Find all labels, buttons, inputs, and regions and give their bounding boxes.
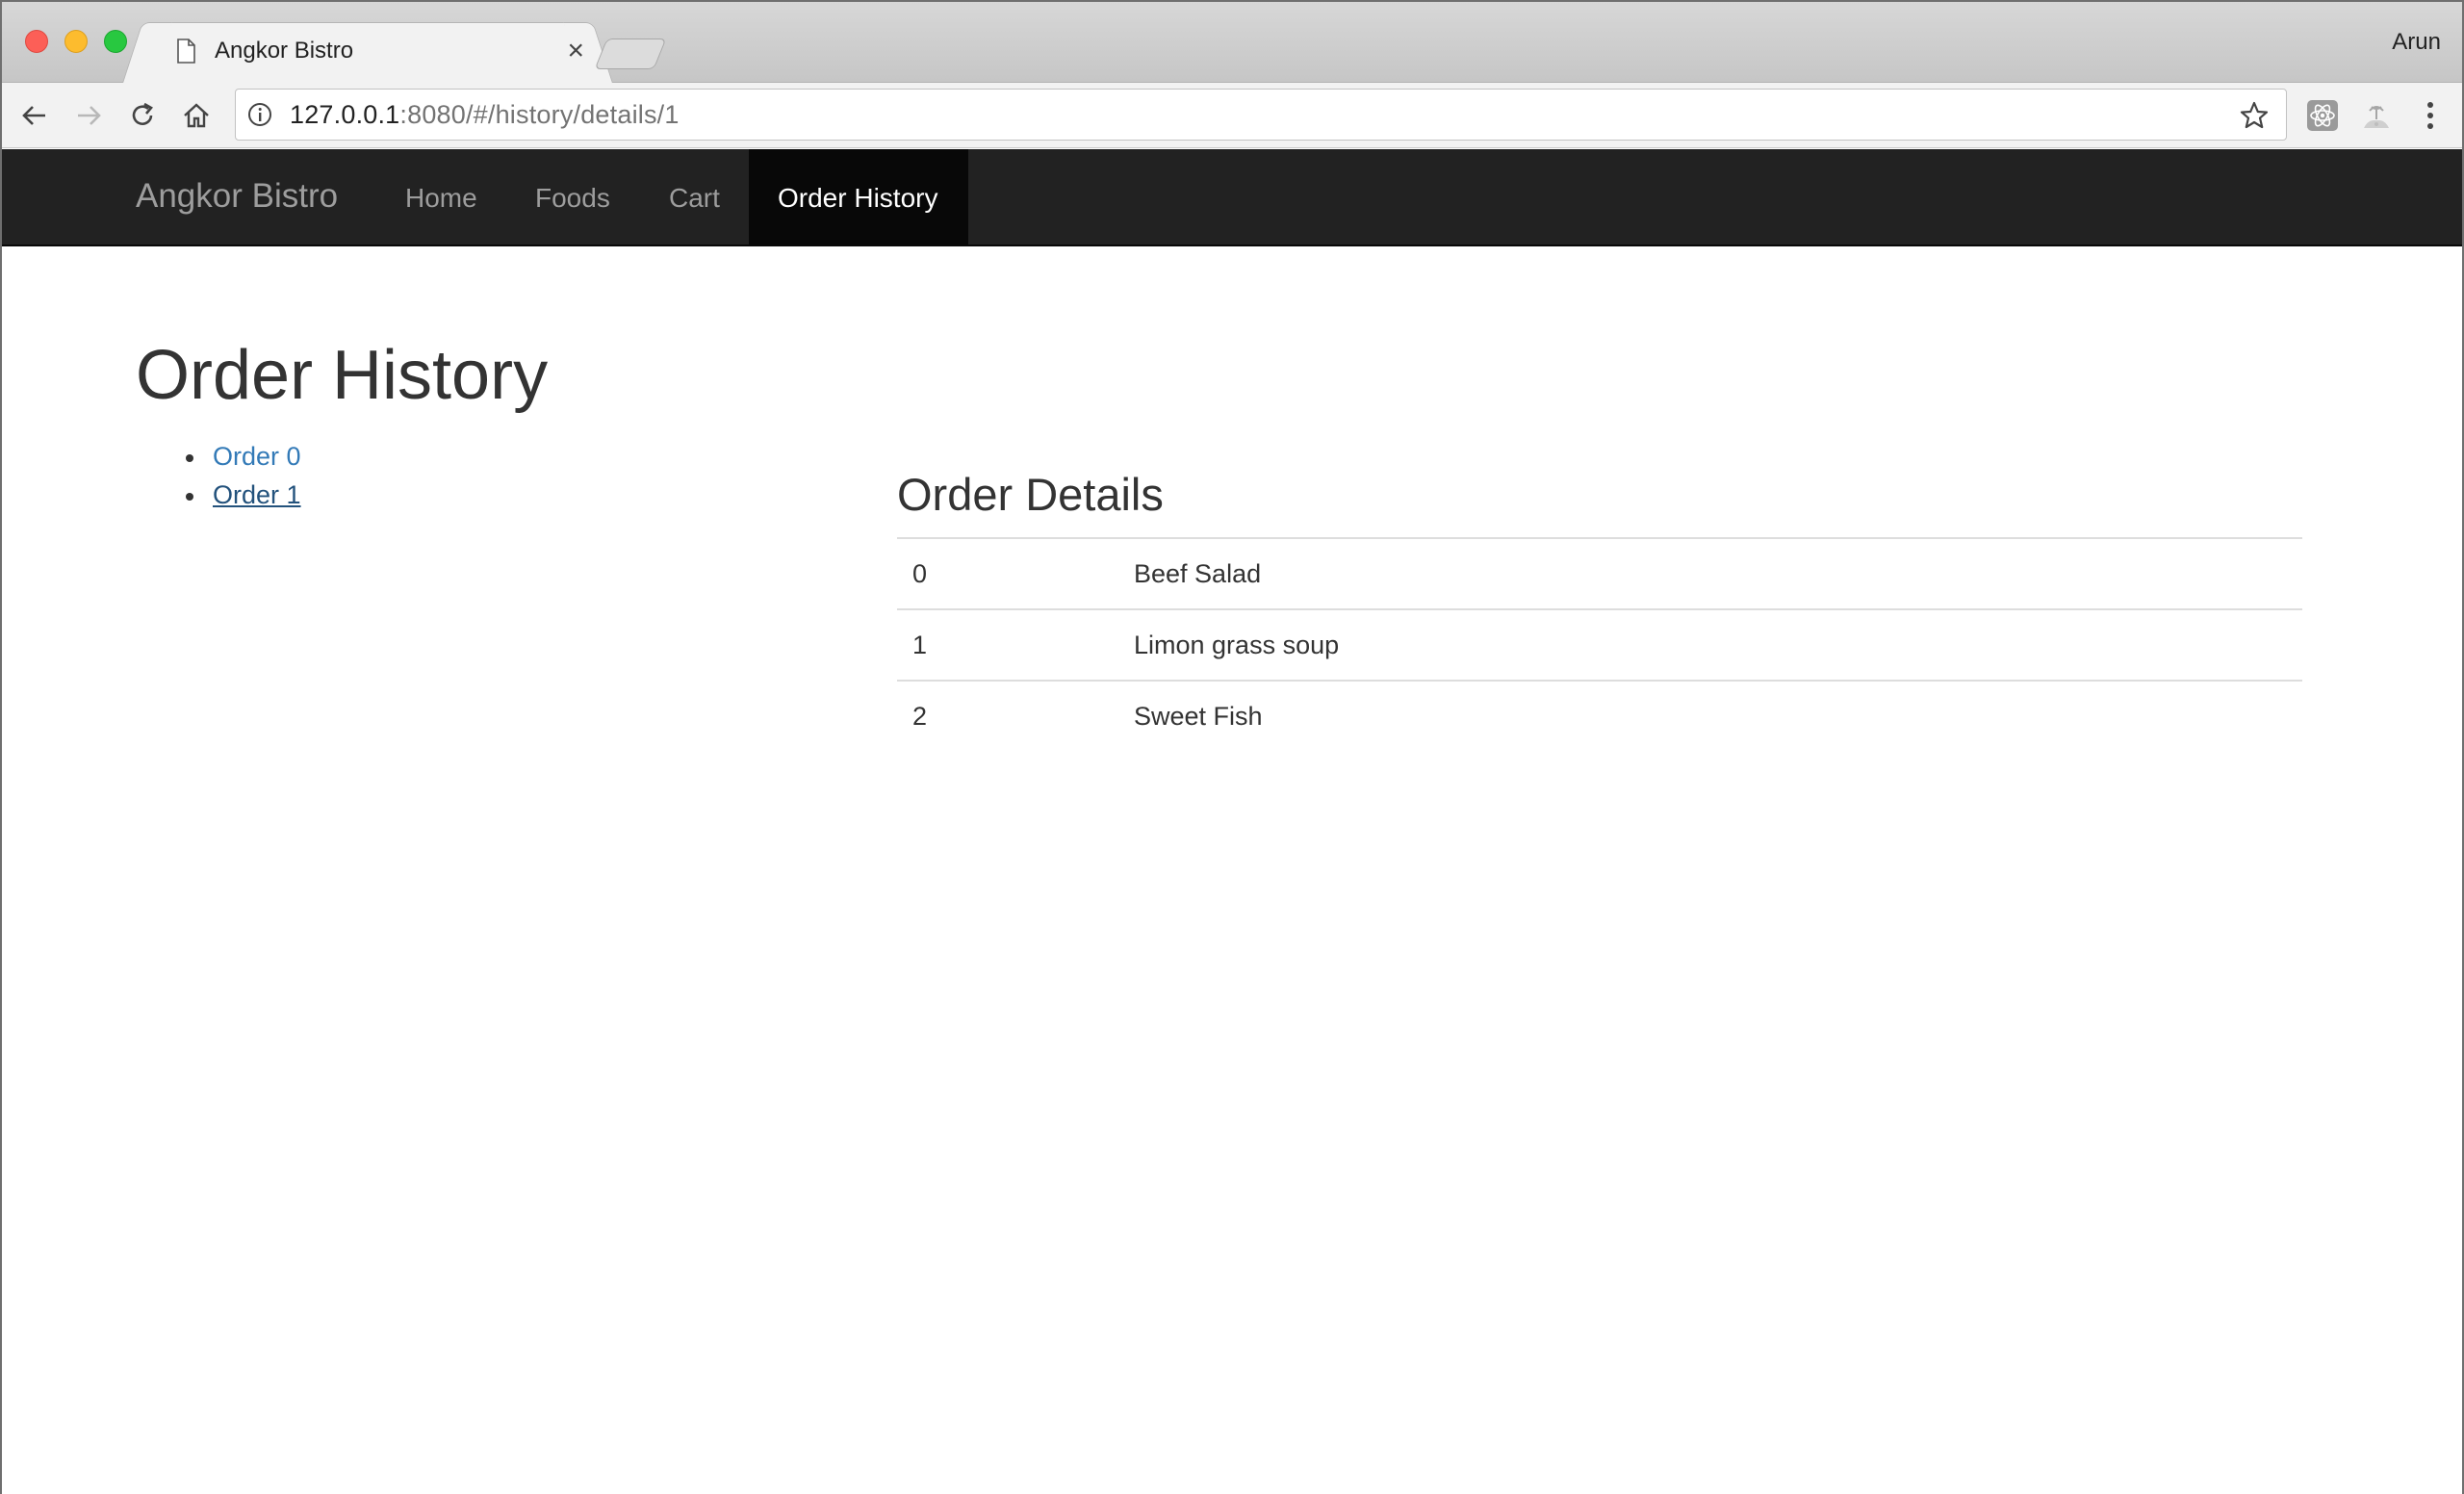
back-arrow-icon[interactable] xyxy=(17,98,52,133)
maximize-window-button[interactable] xyxy=(104,30,127,53)
order-link-0[interactable]: Order 0 xyxy=(213,442,301,471)
browser-menu-icon[interactable] xyxy=(2412,97,2449,134)
forward-arrow-icon[interactable] xyxy=(71,98,106,133)
bookmark-star-icon[interactable] xyxy=(2238,99,2271,132)
order-link-1[interactable]: Order 1 xyxy=(213,480,301,509)
list-item: Order 1 xyxy=(186,476,301,514)
table-row: 2 Sweet Fish xyxy=(897,680,2302,752)
site-navbar: Angkor Bistro Home Foods Cart Order Hist… xyxy=(2,149,2462,246)
url-text[interactable]: 127.0.0.1:8080/#/history/details/1 xyxy=(290,100,680,130)
tab-title: Angkor Bistro xyxy=(215,38,354,64)
browser-toolbar: 127.0.0.1:8080/#/history/details/1 xyxy=(2,83,2462,148)
web-page: Angkor Bistro Home Foods Cart Order Hist… xyxy=(2,149,2462,1494)
nav-link-cart[interactable]: Cart xyxy=(640,149,749,246)
item-name: Limon grass soup xyxy=(1118,608,2302,681)
table-row: 0 Beef Salad xyxy=(897,537,2302,609)
order-details-title: Order Details xyxy=(897,469,1164,520)
nav-link-order-history[interactable]: Order History xyxy=(749,149,968,246)
address-bar[interactable]: 127.0.0.1:8080/#/history/details/1 xyxy=(235,89,2287,141)
tab-strip: Angkor Bistro × Arun xyxy=(2,2,2462,84)
minimize-window-button[interactable] xyxy=(64,30,88,53)
extension-icon[interactable] xyxy=(2358,97,2395,134)
navbar-brand[interactable]: Angkor Bistro xyxy=(136,177,338,216)
item-name: Sweet Fish xyxy=(1118,680,2302,752)
order-list: Order 0 Order 1 xyxy=(186,437,301,514)
profile-name[interactable]: Arun xyxy=(2392,29,2441,56)
item-name: Beef Salad xyxy=(1118,537,2302,609)
home-icon[interactable] xyxy=(179,98,214,133)
table-row: 1 Limon grass soup xyxy=(897,608,2302,681)
order-details-table: 0 Beef Salad 1 Limon grass soup 2 Sweet … xyxy=(897,537,2302,752)
item-index: 2 xyxy=(897,680,1118,752)
window-controls xyxy=(25,30,127,53)
reload-icon[interactable] xyxy=(125,98,160,133)
browser-window: Angkor Bistro × Arun 127.0.0.1:8080/#/hi… xyxy=(0,0,2464,1494)
item-index: 1 xyxy=(897,608,1118,681)
page-title: Order History xyxy=(136,337,549,414)
nav-link-foods[interactable]: Foods xyxy=(506,149,639,246)
close-window-button[interactable] xyxy=(25,30,48,53)
tab-close-icon[interactable]: × xyxy=(567,35,584,66)
new-tab-button[interactable] xyxy=(594,39,667,69)
item-index: 0 xyxy=(897,537,1118,609)
browser-tab[interactable]: Angkor Bistro × xyxy=(146,22,589,84)
order-details-panel: Order Details 0 Beef Salad 1 Limon grass… xyxy=(897,472,2302,752)
info-icon[interactable] xyxy=(245,100,274,129)
page-icon xyxy=(177,39,195,64)
react-devtools-icon[interactable] xyxy=(2304,97,2341,134)
nav-link-home[interactable]: Home xyxy=(376,149,506,246)
list-item: Order 0 xyxy=(186,437,301,476)
